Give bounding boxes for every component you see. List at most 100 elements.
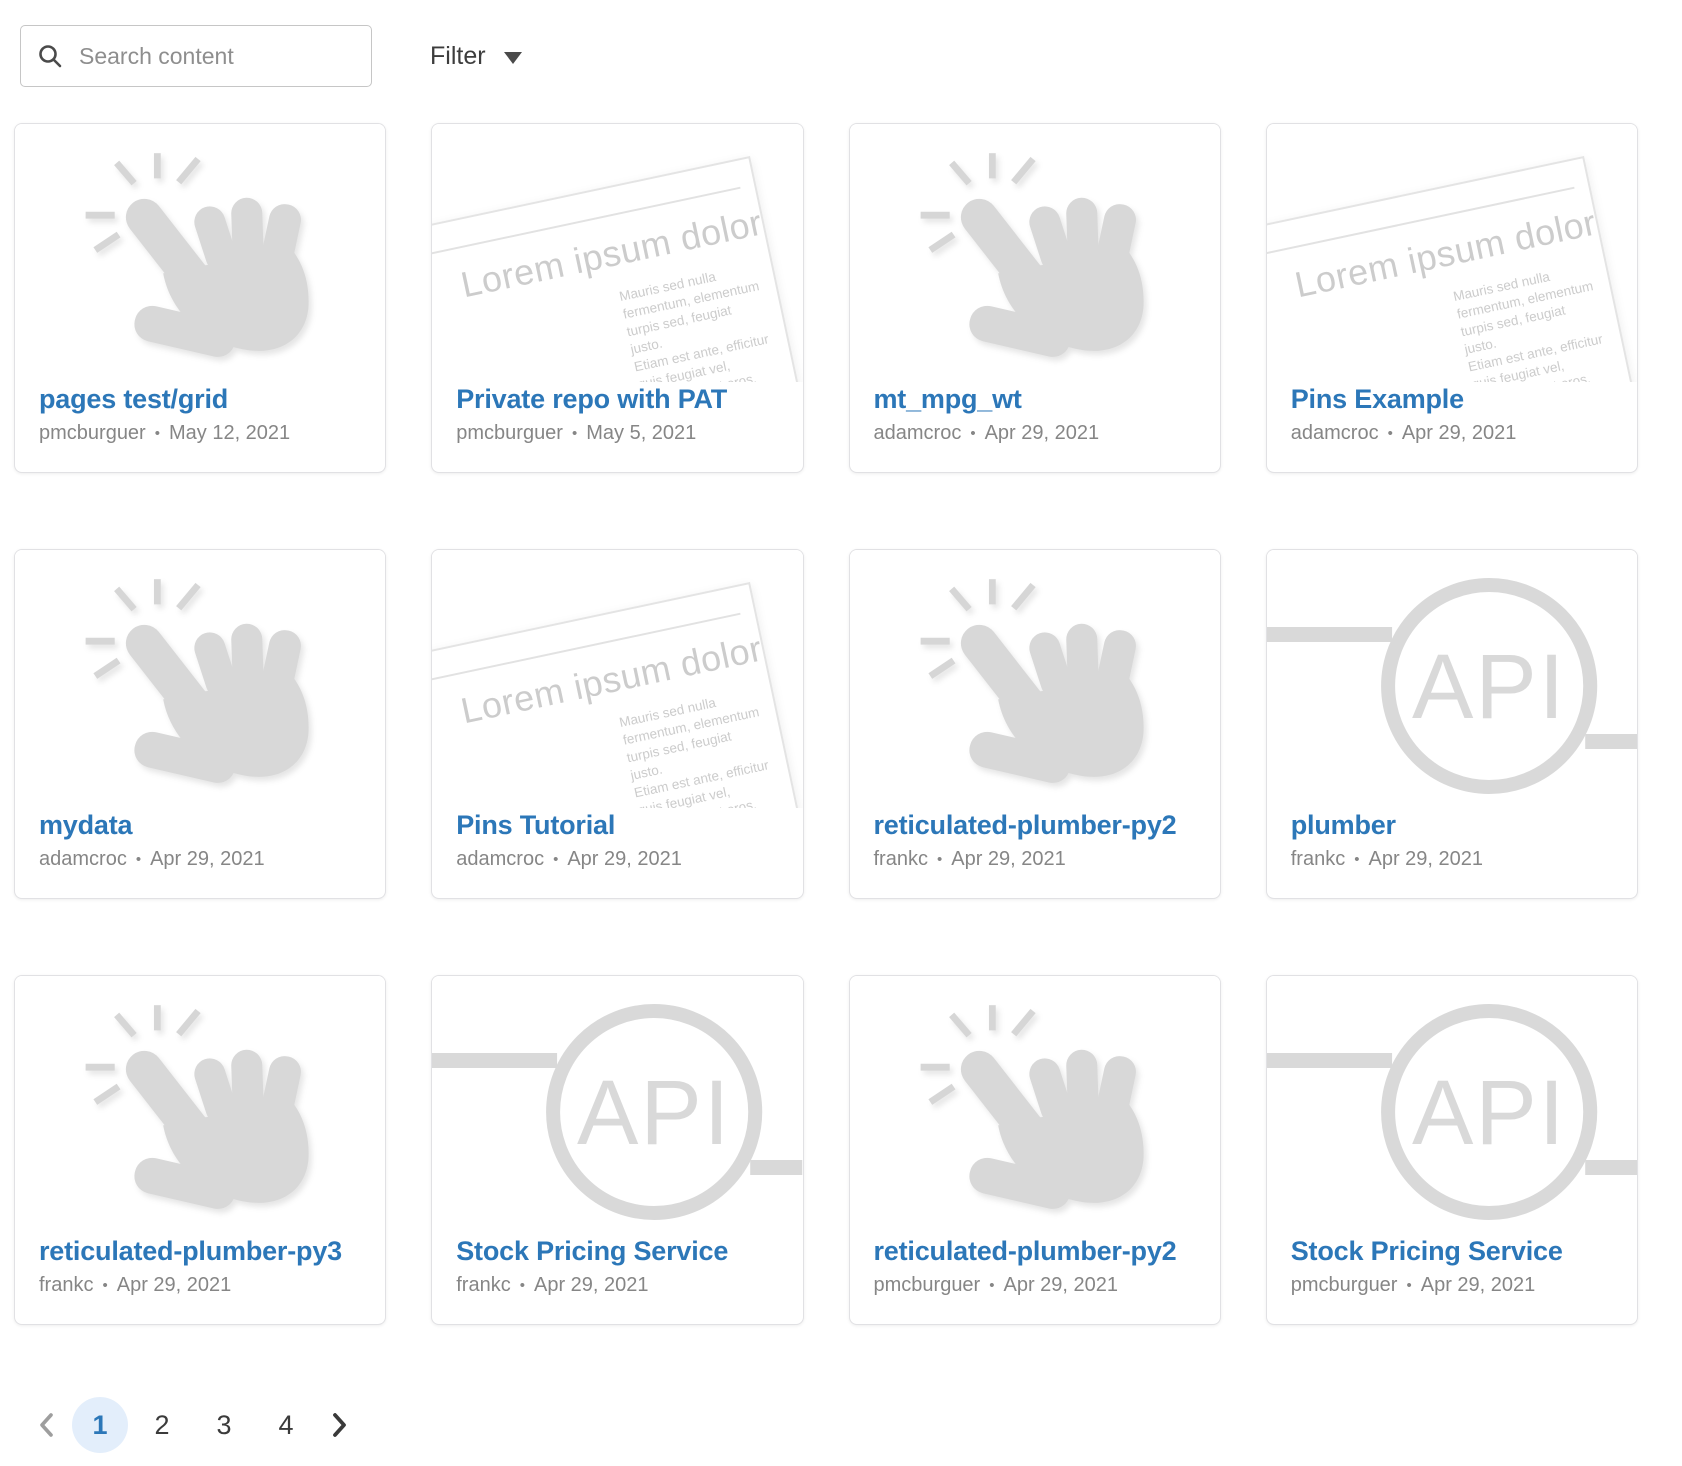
content-meta: adamcroc • Apr 29, 2021: [456, 848, 778, 871]
chevron-down-icon: [504, 52, 522, 64]
content-meta: pmcburguer • May 12, 2021: [39, 422, 361, 445]
page-button-4[interactable]: 4: [258, 1397, 314, 1453]
content-title-link[interactable]: mydata: [39, 810, 361, 841]
author: pmcburguer: [1291, 1274, 1398, 1297]
click-placeholder-icon: [15, 124, 385, 382]
content-card[interactable]: API Stock Pricing Service pmcburguer • A…: [1266, 975, 1638, 1325]
content-meta: frankc • Apr 29, 2021: [456, 1274, 778, 1297]
pagination: 1 2 3 4: [26, 1397, 1682, 1453]
api-placeholder-icon: API: [1267, 976, 1637, 1234]
content-card[interactable]: API plumber frankc • Apr 29, 2021: [1266, 549, 1638, 899]
separator-dot: •: [1388, 425, 1393, 442]
svg-text:API: API: [1412, 1061, 1566, 1164]
content-title-link[interactable]: Stock Pricing Service: [1291, 1236, 1613, 1267]
content-meta: adamcroc • Apr 29, 2021: [39, 848, 361, 871]
content-card[interactable]: Lorem ipsum dolor Mauris sed nulla ferme…: [1266, 123, 1638, 473]
content-card[interactable]: reticulated-plumber-py3 frankc • Apr 29,…: [14, 975, 386, 1325]
doc-placeholder-text: Mauris sed nulla fermentum, elementum tu…: [617, 259, 802, 382]
svg-text:API: API: [1412, 635, 1566, 738]
prev-page-button[interactable]: [26, 1397, 66, 1453]
api-placeholder-icon: API: [1267, 550, 1637, 808]
search-icon: [37, 43, 63, 69]
date: May 5, 2021: [586, 422, 696, 445]
content-card[interactable]: reticulated-plumber-py2 frankc • Apr 29,…: [849, 549, 1221, 899]
date: Apr 29, 2021: [1402, 422, 1517, 445]
author: adamcroc: [456, 848, 544, 871]
chevron-right-icon: [331, 1412, 349, 1438]
content-card[interactable]: reticulated-plumber-py2 pmcburguer • Apr…: [849, 975, 1221, 1325]
search-input[interactable]: [79, 43, 355, 70]
content-title-link[interactable]: reticulated-plumber-py3: [39, 1236, 361, 1267]
document-placeholder-icon: Lorem ipsum dolor Mauris sed nulla ferme…: [432, 550, 802, 808]
date: Apr 29, 2021: [985, 422, 1100, 445]
api-placeholder-icon: API: [432, 976, 802, 1234]
author: frankc: [874, 848, 928, 871]
content-meta: adamcroc • Apr 29, 2021: [1291, 422, 1613, 445]
page-button-3[interactable]: 3: [196, 1397, 252, 1453]
content-title-link[interactable]: Pins Example: [1291, 384, 1613, 415]
document-placeholder-icon: Lorem ipsum dolor Mauris sed nulla ferme…: [1267, 124, 1637, 382]
click-placeholder-icon: [850, 976, 1220, 1234]
filter-dropdown[interactable]: Filter: [430, 42, 522, 71]
content-title-link[interactable]: plumber: [1291, 810, 1613, 841]
content-grid: pages test/grid pmcburguer • May 12, 202…: [14, 123, 1638, 1325]
content-card[interactable]: pages test/grid pmcburguer • May 12, 202…: [14, 123, 386, 473]
date: Apr 29, 2021: [1003, 1274, 1118, 1297]
content-title-link[interactable]: mt_mpg_wt: [874, 384, 1196, 415]
content-title-link[interactable]: reticulated-plumber-py2: [874, 810, 1196, 841]
author: pmcburguer: [39, 422, 146, 445]
author: adamcroc: [39, 848, 127, 871]
document-placeholder-icon: Lorem ipsum dolor Mauris sed nulla ferme…: [432, 124, 802, 382]
content-card[interactable]: API Stock Pricing Service frankc • Apr 2…: [431, 975, 803, 1325]
separator-dot: •: [553, 851, 558, 868]
doc-placeholder-text: Mauris sed nulla fermentum, elementum tu…: [617, 685, 802, 808]
content-meta: frankc • Apr 29, 2021: [1291, 848, 1613, 871]
author: pmcburguer: [874, 1274, 981, 1297]
date: May 12, 2021: [169, 422, 290, 445]
content-title-link[interactable]: Private repo with PAT: [456, 384, 778, 415]
date: Apr 29, 2021: [951, 848, 1066, 871]
content-card[interactable]: Lorem ipsum dolor Mauris sed nulla ferme…: [431, 123, 803, 473]
search-box[interactable]: [20, 25, 372, 87]
click-placeholder-icon: [850, 124, 1220, 382]
content-card[interactable]: mydata adamcroc • Apr 29, 2021: [14, 549, 386, 899]
separator-dot: •: [1406, 1277, 1411, 1294]
separator-dot: •: [1354, 851, 1359, 868]
content-card[interactable]: mt_mpg_wt adamcroc • Apr 29, 2021: [849, 123, 1221, 473]
author: adamcroc: [874, 422, 962, 445]
author: frankc: [1291, 848, 1345, 871]
doc-placeholder-text: Mauris sed nulla fermentum, elementum tu…: [1452, 259, 1637, 382]
author: pmcburguer: [456, 422, 563, 445]
separator-dot: •: [136, 851, 141, 868]
click-placeholder-icon: [850, 550, 1220, 808]
content-meta: frankc • Apr 29, 2021: [39, 1274, 361, 1297]
content-meta: pmcburguer • Apr 29, 2021: [1291, 1274, 1613, 1297]
svg-text:API: API: [577, 1061, 731, 1164]
separator-dot: •: [155, 425, 160, 442]
author: frankc: [456, 1274, 510, 1297]
author: frankc: [39, 1274, 93, 1297]
separator-dot: •: [970, 425, 975, 442]
click-placeholder-icon: [15, 976, 385, 1234]
separator-dot: •: [102, 1277, 107, 1294]
date: Apr 29, 2021: [150, 848, 265, 871]
page-button-2[interactable]: 2: [134, 1397, 190, 1453]
content-card[interactable]: Lorem ipsum dolor Mauris sed nulla ferme…: [431, 549, 803, 899]
content-title-link[interactable]: Stock Pricing Service: [456, 1236, 778, 1267]
click-placeholder-icon: [15, 550, 385, 808]
content-meta: pmcburguer • Apr 29, 2021: [874, 1274, 1196, 1297]
content-title-link[interactable]: Pins Tutorial: [456, 810, 778, 841]
separator-dot: •: [520, 1277, 525, 1294]
separator-dot: •: [989, 1277, 994, 1294]
separator-dot: •: [937, 851, 942, 868]
content-title-link[interactable]: pages test/grid: [39, 384, 361, 415]
next-page-button[interactable]: [320, 1397, 360, 1453]
separator-dot: •: [572, 425, 577, 442]
page-button-1[interactable]: 1: [72, 1397, 128, 1453]
date: Apr 29, 2021: [1368, 848, 1483, 871]
toolbar: Filter: [20, 25, 1682, 87]
date: Apr 29, 2021: [534, 1274, 649, 1297]
content-title-link[interactable]: reticulated-plumber-py2: [874, 1236, 1196, 1267]
content-meta: frankc • Apr 29, 2021: [874, 848, 1196, 871]
chevron-left-icon: [37, 1412, 55, 1438]
